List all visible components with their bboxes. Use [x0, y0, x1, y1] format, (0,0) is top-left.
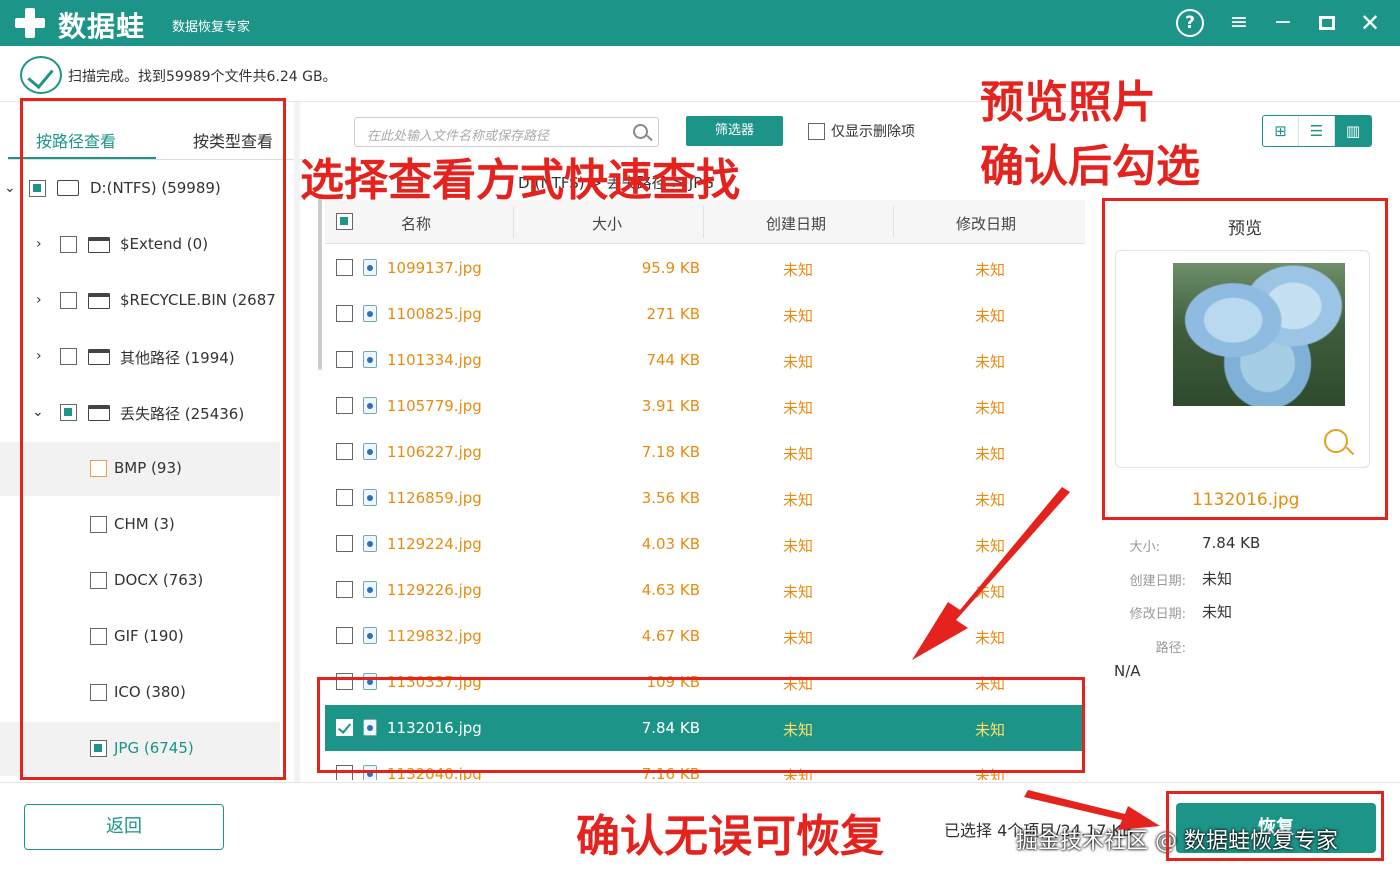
arrow-to-recover [1024, 790, 1160, 830]
annotation-arrows [912, 487, 1160, 830]
arrow-to-selected-row [912, 487, 1070, 660]
